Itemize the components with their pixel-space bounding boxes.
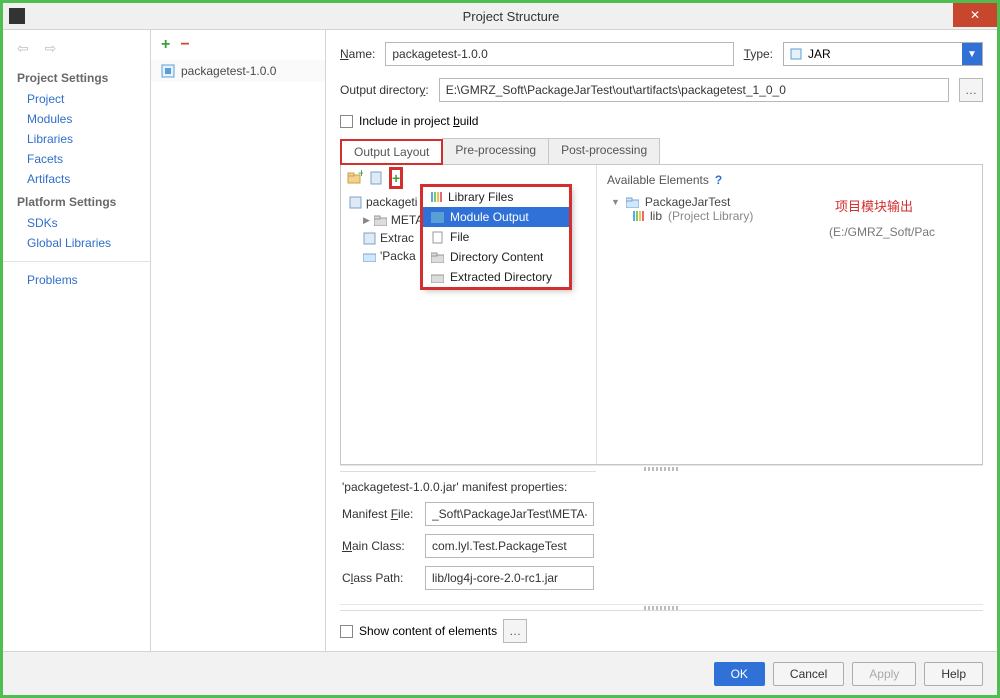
outdir-input[interactable] bbox=[439, 78, 949, 102]
manifest-header: 'packagetest-1.0.0.jar' manifest propert… bbox=[342, 480, 594, 494]
combo-caret-icon[interactable]: ▼ bbox=[962, 43, 982, 65]
tab-output-layout[interactable]: Output Layout bbox=[340, 139, 443, 165]
project-icon bbox=[626, 197, 639, 208]
jar-icon bbox=[790, 48, 802, 60]
artifact-label: packagetest-1.0.0 bbox=[181, 64, 276, 78]
project-settings-header: Project Settings bbox=[3, 65, 150, 89]
sidebar-item-modules[interactable]: Modules bbox=[3, 109, 150, 129]
type-label: Type: bbox=[744, 47, 773, 61]
expand-icon[interactable]: ▶ bbox=[363, 215, 370, 226]
main-class-input[interactable] bbox=[425, 534, 594, 558]
artifacts-toolbar: + − bbox=[151, 30, 325, 60]
available-project-row[interactable]: ▼ PackageJarTest bbox=[611, 195, 972, 209]
svg-text:+: + bbox=[358, 170, 363, 180]
intellij-icon bbox=[9, 8, 25, 24]
help-icon[interactable]: ? bbox=[715, 173, 722, 187]
module-output-icon bbox=[431, 212, 444, 223]
class-path-label: Class Path: bbox=[342, 571, 417, 585]
tab-pre-processing[interactable]: Pre-processing bbox=[442, 138, 549, 164]
new-archive-icon[interactable] bbox=[369, 170, 385, 186]
show-content-label: Show content of elements bbox=[359, 624, 497, 638]
available-lib-row[interactable]: lib (Project Library) bbox=[611, 209, 972, 223]
menu-item-directory-content[interactable]: Directory Content bbox=[423, 247, 569, 267]
sidebar-item-libraries[interactable]: Libraries bbox=[3, 129, 150, 149]
available-elements-header: Available Elements bbox=[607, 173, 709, 187]
type-value: JAR bbox=[808, 47, 831, 61]
available-tree[interactable]: ▼ PackageJarTest lib (Project Library) bbox=[607, 191, 972, 223]
include-build-label: Include in project build bbox=[359, 114, 478, 128]
lib-note: (Project Library) bbox=[668, 209, 753, 223]
artifacts-list-panel: + − packagetest-1.0.0 bbox=[151, 30, 326, 651]
window-close-button[interactable]: ✕ bbox=[953, 3, 997, 27]
sidebar-separator bbox=[3, 261, 150, 262]
outdir-label: Output directory: bbox=[340, 83, 429, 97]
manifest-properties: 'packagetest-1.0.0.jar' manifest propert… bbox=[340, 471, 596, 604]
client-area: ⇦ ⇨ Project Settings Project Modules Lib… bbox=[3, 29, 997, 651]
apply-button[interactable]: Apply bbox=[852, 662, 916, 686]
menu-item-extracted-directory[interactable]: Extracted Directory bbox=[423, 267, 569, 287]
type-combo[interactable]: JAR ▼ bbox=[783, 42, 983, 66]
nav-arrows[interactable]: ⇦ ⇨ bbox=[3, 40, 150, 65]
add-copy-button[interactable]: + bbox=[391, 169, 401, 187]
platform-settings-header: Platform Settings bbox=[3, 189, 150, 213]
new-folder-icon[interactable]: + bbox=[347, 170, 363, 186]
browse-button[interactable]: … bbox=[959, 78, 983, 102]
file-icon bbox=[431, 231, 444, 244]
folder-icon bbox=[374, 215, 387, 226]
expand-icon[interactable]: ▼ bbox=[611, 197, 620, 207]
show-content-checkbox[interactable]: Show content of elements bbox=[340, 624, 497, 638]
main-class-label: Main Class: bbox=[342, 539, 417, 553]
help-button[interactable]: Help bbox=[924, 662, 983, 686]
dialog-footer: OK Cancel Apply Help bbox=[3, 651, 997, 695]
manifest-file-input[interactable] bbox=[425, 502, 594, 526]
library-icon bbox=[431, 192, 442, 202]
library-icon bbox=[633, 211, 644, 221]
folder-icon bbox=[431, 252, 444, 263]
tab-post-processing[interactable]: Post-processing bbox=[548, 138, 660, 164]
layout-tree-panel: + + Library Files bbox=[341, 165, 597, 464]
checkbox-icon bbox=[340, 115, 353, 128]
show-content-row: Show content of elements … bbox=[340, 610, 983, 651]
archive-icon bbox=[363, 232, 376, 245]
archive-icon bbox=[349, 196, 362, 209]
main-panel: Name: Type: JAR ▼ Output directory: … In bbox=[326, 30, 997, 651]
output-layout-panel: + + Library Files bbox=[340, 165, 983, 465]
available-elements-panel: 项目模块输出 (E:/GMRZ_Soft/Pac Available Eleme… bbox=[597, 165, 982, 464]
name-input[interactable] bbox=[385, 42, 733, 66]
settings-sidebar: ⇦ ⇨ Project Settings Project Modules Lib… bbox=[3, 30, 151, 651]
artifact-tabs: Output Layout Pre-processing Post-proces… bbox=[340, 138, 983, 165]
sidebar-item-facets[interactable]: Facets bbox=[3, 149, 150, 169]
manifest-file-label: Manifest File: bbox=[342, 507, 417, 521]
add-artifact-button[interactable]: + bbox=[161, 36, 170, 54]
menu-item-library-files[interactable]: Library Files bbox=[423, 187, 569, 207]
ok-button[interactable]: OK bbox=[714, 662, 765, 686]
show-content-browse[interactable]: … bbox=[503, 619, 527, 643]
sidebar-item-artifacts[interactable]: Artifacts bbox=[3, 169, 150, 189]
cancel-button[interactable]: Cancel bbox=[773, 662, 844, 686]
window-title: Project Structure bbox=[25, 9, 997, 24]
menu-item-file[interactable]: File bbox=[423, 227, 569, 247]
folder-icon bbox=[363, 251, 376, 262]
sidebar-item-global-libraries[interactable]: Global Libraries bbox=[3, 233, 150, 253]
project-structure-window: Project Structure ✕ ⇦ ⇨ Project Settings… bbox=[0, 0, 1000, 698]
sidebar-item-sdks[interactable]: SDKs bbox=[3, 213, 150, 233]
artifact-list-item[interactable]: packagetest-1.0.0 bbox=[151, 60, 325, 82]
include-build-checkbox[interactable]: Include in project build bbox=[340, 114, 983, 128]
add-context-menu: Library Files Module Output File bbox=[422, 186, 570, 288]
titlebar: Project Structure ✕ bbox=[3, 3, 997, 29]
module-icon bbox=[161, 64, 175, 78]
remove-artifact-button[interactable]: − bbox=[180, 36, 189, 54]
extracted-icon bbox=[431, 272, 444, 283]
name-label: Name: bbox=[340, 47, 375, 61]
annotation-text: 项目模块输出 bbox=[835, 196, 913, 215]
class-path-input[interactable] bbox=[425, 566, 594, 590]
sidebar-item-problems[interactable]: Problems bbox=[3, 270, 150, 290]
checkbox-icon bbox=[340, 625, 353, 638]
menu-item-module-output[interactable]: Module Output bbox=[423, 207, 569, 227]
layout-toolbar: + + Library Files bbox=[341, 165, 596, 191]
sidebar-item-project[interactable]: Project bbox=[3, 89, 150, 109]
truncated-path: (E:/GMRZ_Soft/Pac bbox=[829, 225, 935, 239]
